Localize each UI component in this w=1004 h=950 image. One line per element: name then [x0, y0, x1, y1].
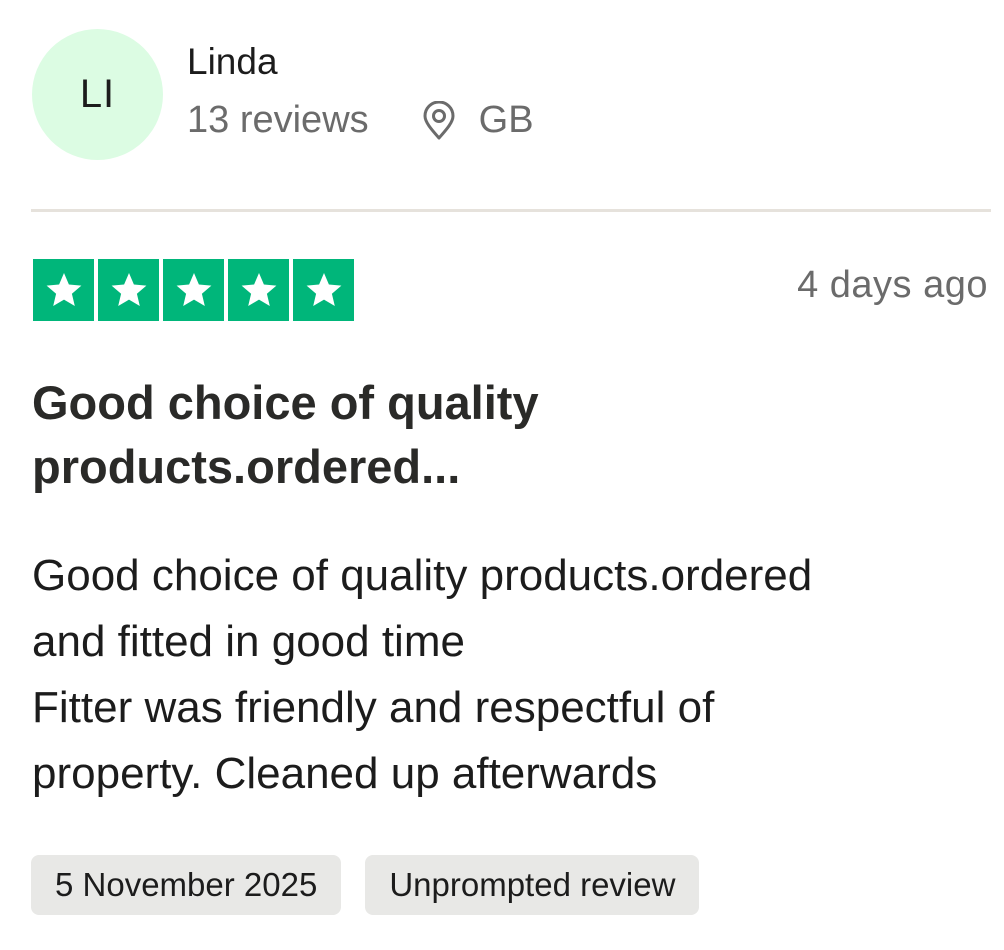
review-body-line: Fitter was friendly and respectful of [32, 683, 715, 732]
avatar[interactable]: LI [32, 29, 163, 160]
unprompted-review-badge[interactable]: Unprompted review [365, 855, 700, 915]
review-title-line-1: Good choice of quality [32, 376, 539, 429]
star-icon [228, 259, 289, 321]
map-pin-icon [421, 100, 457, 141]
star-icon [33, 259, 94, 321]
consumer-name[interactable]: Linda [187, 39, 534, 85]
star-rating [33, 259, 354, 321]
consumer-location: GB [421, 99, 534, 142]
review-body-line: and fitted in good time [32, 617, 465, 666]
review-body-line: Good choice of quality products.ordered [32, 551, 813, 600]
consumer-info[interactable]: LI Linda 13 reviews GB [32, 29, 534, 160]
review-body-line: property. Cleaned up afterwards [32, 749, 658, 798]
date-of-experience-badge: 5 November 2025 [31, 855, 342, 915]
star-icon [293, 259, 354, 321]
review-title[interactable]: Good choice of quality products.ordered.… [32, 371, 712, 499]
review-body: Good choice of quality products.ordered … [32, 543, 982, 807]
review-card: LI Linda 13 reviews GB 4 days ago Good c… [0, 0, 1004, 950]
avatar-initials: LI [79, 72, 116, 116]
star-icon [98, 259, 159, 321]
divider [31, 209, 991, 212]
review-title-line-2: products.ordered... [32, 440, 461, 493]
country-code: GB [478, 99, 534, 141]
review-date: 4 days ago [797, 264, 988, 306]
star-icon [163, 259, 224, 321]
review-badges: 5 November 2025 Unprompted review [31, 855, 700, 915]
reviews-count: 13 reviews [187, 99, 369, 141]
consumer-details: Linda 13 reviews GB [187, 41, 534, 142]
consumer-meta: 13 reviews GB [187, 99, 534, 142]
